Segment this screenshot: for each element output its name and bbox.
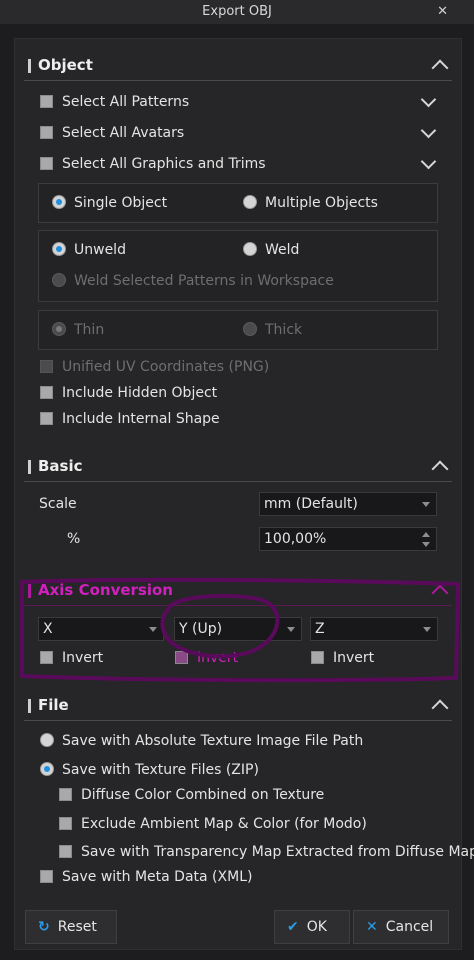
file-section-title: File [38,696,69,714]
checkbox-box[interactable] [59,816,72,830]
axis-section-header[interactable]: Axis Conversion [24,577,452,605]
axis-z-select[interactable]: Z [310,617,438,641]
checkbox-box[interactable] [40,385,53,399]
dropdown-arrow-icon[interactable] [287,627,295,632]
divider [24,481,452,482]
section-marker [28,699,31,713]
reset-button[interactable]: ↻ Reset [25,910,117,944]
weld-selected-radio[interactable]: Weld Selected Patterns in Workspace [52,270,334,292]
single-object-radio[interactable]: Single Object [52,192,167,214]
radio-button[interactable] [40,733,54,747]
checkbox-box[interactable] [40,359,53,373]
checkbox-box[interactable] [40,411,53,425]
save-absolute-radio[interactable]: Save with Absolute Texture Image File Pa… [40,730,363,752]
dropdown-arrow-icon[interactable] [149,627,157,632]
multiple-objects-radio[interactable]: Multiple Objects [243,192,378,214]
spin-up-icon[interactable] [422,532,430,537]
save-texture-zip-radio[interactable]: Save with Texture Files (ZIP) [40,759,259,781]
object-section-title: Object [38,56,93,74]
close-icon[interactable]: ✕ [437,0,448,24]
select-all-graphics-checkbox[interactable]: Select All Graphics and Trims [40,153,266,175]
include-hidden-checkbox[interactable]: Include Hidden Object [40,382,217,404]
include-internal-checkbox[interactable]: Include Internal Shape [40,408,220,430]
axis-x-select[interactable]: X [38,617,164,641]
diffuse-combined-checkbox[interactable]: Diffuse Color Combined on Texture [59,784,324,806]
radio-button[interactable] [52,273,66,287]
dropdown-arrow-icon[interactable] [422,502,430,507]
basic-section-header[interactable]: Basic [24,453,452,481]
checkbox-box[interactable] [59,787,72,801]
chevron-up-icon[interactable] [431,460,449,478]
scale-label: Scale [39,496,77,512]
chevron-up-icon[interactable] [431,59,449,77]
axis-y-select[interactable]: Y (Up) [174,617,302,641]
weld-radio[interactable]: Weld [243,239,299,261]
radio-button[interactable] [52,242,66,256]
percent-spinbox[interactable]: 100,00% [259,527,437,551]
spin-down-icon[interactable] [422,542,430,547]
divider [24,605,452,606]
section-marker [28,584,31,598]
chevron-up-icon[interactable] [431,584,449,602]
checkbox-box[interactable] [59,844,72,858]
unweld-radio[interactable]: Unweld [52,239,126,261]
radio-button[interactable] [243,195,257,209]
dropdown-arrow-icon[interactable] [423,627,431,632]
checkbox-box[interactable] [175,650,188,664]
window-title: Export OBJ [202,4,272,19]
scale-select[interactable]: mm (Default) [259,492,437,516]
check-icon: ✔ [287,919,299,935]
axis-section-title: Axis Conversion [38,581,173,599]
radio-button[interactable] [40,762,54,776]
select-all-avatars-checkbox[interactable]: Select All Avatars [40,122,184,144]
invert-z-checkbox[interactable]: Invert [311,647,374,669]
object-section-header[interactable]: Object [24,52,452,80]
divider [24,80,452,81]
invert-x-checkbox[interactable]: Invert [40,647,103,669]
checkbox-box[interactable] [40,94,53,108]
radio-button[interactable] [52,322,66,336]
checkbox-box[interactable] [311,650,324,664]
divider [24,720,452,721]
file-section-header[interactable]: File [24,692,452,720]
thick-radio[interactable]: Thick [243,319,302,341]
ok-button[interactable]: ✔ OK [274,910,350,944]
cancel-icon: ✕ [366,919,378,935]
refresh-icon: ↻ [38,919,50,935]
chevron-up-icon[interactable] [431,699,449,717]
invert-y-checkbox[interactable]: Invert [175,647,238,669]
save-transparency-checkbox[interactable]: Save with Transparency Map Extracted fro… [59,841,474,863]
percent-label: % [67,531,81,547]
checkbox-box[interactable] [40,125,53,139]
thin-radio[interactable]: Thin [52,319,104,341]
radio-button[interactable] [243,242,257,256]
radio-button[interactable] [52,195,66,209]
unified-uv-checkbox[interactable]: Unified UV Coordinates (PNG) [40,356,269,378]
save-meta-checkbox[interactable]: Save with Meta Data (XML) [40,866,252,888]
section-marker [28,59,31,73]
basic-section-title: Basic [38,457,83,475]
window-titlebar: Export OBJ ✕ [0,0,474,24]
radio-button[interactable] [243,322,257,336]
checkbox-box[interactable] [40,650,53,664]
checkbox-box[interactable] [40,869,53,883]
section-marker [28,460,31,474]
exclude-ambient-checkbox[interactable]: Exclude Ambient Map & Color (for Modo) [59,813,367,835]
cancel-button[interactable]: ✕ Cancel [353,910,449,944]
checkbox-box[interactable] [40,156,53,170]
select-all-patterns-checkbox[interactable]: Select All Patterns [40,91,189,113]
